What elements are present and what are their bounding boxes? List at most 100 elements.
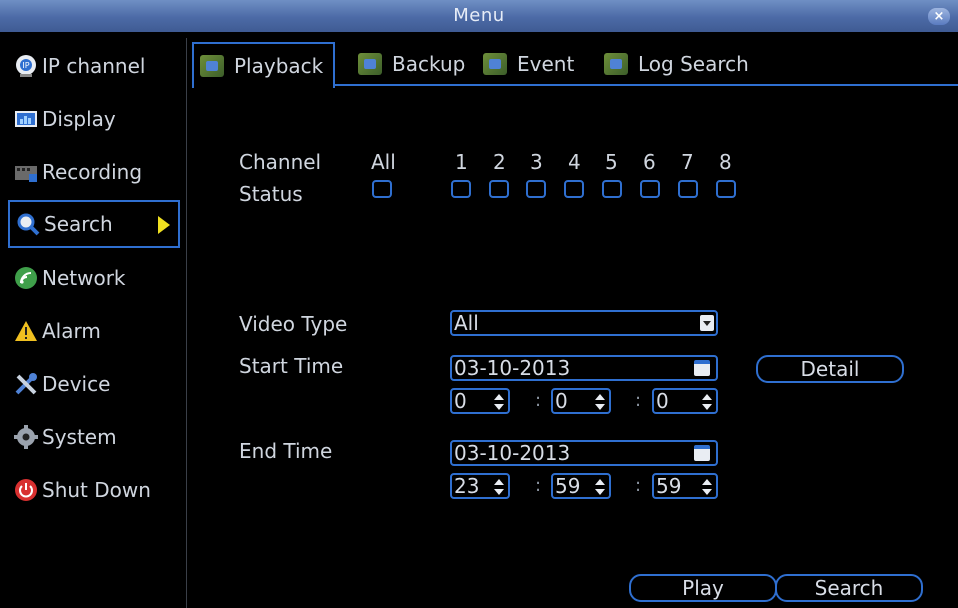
tab-backup[interactable]: Backup bbox=[352, 42, 465, 86]
channel-all-label: All bbox=[371, 150, 396, 174]
sidebar-item-network[interactable]: Network bbox=[8, 254, 178, 302]
channel-number: 8 bbox=[719, 150, 732, 174]
tab-label: Backup bbox=[392, 52, 466, 76]
search-button[interactable]: Search bbox=[775, 574, 923, 602]
channel-8-checkbox[interactable] bbox=[716, 180, 736, 198]
channel-all-checkbox[interactable] bbox=[372, 180, 392, 198]
device-icon bbox=[14, 372, 38, 396]
channel-1-checkbox[interactable] bbox=[451, 180, 471, 198]
end-second-stepper[interactable]: 59 bbox=[652, 473, 718, 499]
channel-7-checkbox[interactable] bbox=[678, 180, 698, 198]
spinner-icon[interactable] bbox=[494, 477, 504, 497]
sidebar-item-recording[interactable]: Recording bbox=[8, 148, 178, 196]
start-hour-stepper[interactable]: 0 bbox=[450, 388, 510, 414]
channel-2-checkbox[interactable] bbox=[489, 180, 509, 198]
start-date-value: 03-10-2013 bbox=[454, 356, 571, 380]
channel-number: 5 bbox=[605, 150, 618, 174]
tab-label: Log Search bbox=[638, 52, 749, 76]
system-icon bbox=[14, 425, 38, 449]
playback-icon bbox=[200, 55, 224, 77]
sidebar-item-ip-channel[interactable]: IP IP channel bbox=[8, 42, 178, 90]
video-type-value: All bbox=[454, 311, 479, 335]
spinner-icon[interactable] bbox=[702, 477, 712, 497]
sidebar-item-label: Device bbox=[42, 372, 111, 396]
recording-icon bbox=[14, 160, 38, 184]
status-label: Status bbox=[239, 182, 303, 206]
time-separator: : bbox=[635, 390, 642, 411]
spinner-icon[interactable] bbox=[595, 477, 605, 497]
start-second-stepper[interactable]: 0 bbox=[652, 388, 718, 414]
channel-number: 4 bbox=[568, 150, 581, 174]
close-button[interactable]: × bbox=[928, 8, 950, 25]
svg-text:IP: IP bbox=[22, 61, 29, 70]
detail-button[interactable]: Detail bbox=[756, 355, 904, 383]
calendar-icon[interactable] bbox=[694, 445, 710, 461]
event-icon bbox=[483, 53, 507, 75]
channel-label: Channel bbox=[239, 150, 322, 174]
video-type-select[interactable]: All bbox=[450, 310, 718, 336]
channel-5-checkbox[interactable] bbox=[602, 180, 622, 198]
end-hour-value: 23 bbox=[454, 474, 480, 498]
network-icon bbox=[14, 266, 38, 290]
tab-event[interactable]: Event bbox=[477, 42, 574, 86]
sidebar-item-alarm[interactable]: Alarm bbox=[8, 307, 178, 355]
spinner-icon[interactable] bbox=[494, 392, 504, 412]
search-icon bbox=[16, 212, 40, 236]
start-hour-value: 0 bbox=[454, 389, 467, 413]
sidebar-item-system[interactable]: System bbox=[8, 413, 178, 461]
calendar-icon[interactable] bbox=[694, 360, 710, 376]
selected-arrow-icon bbox=[158, 216, 170, 234]
alarm-icon bbox=[14, 319, 38, 343]
sidebar: IP IP channel Display Recording Search N… bbox=[6, 38, 187, 608]
video-type-label: Video Type bbox=[239, 312, 348, 336]
sidebar-item-search[interactable]: Search bbox=[8, 200, 180, 248]
sidebar-item-label: IP channel bbox=[42, 54, 146, 78]
start-minute-value: 0 bbox=[555, 389, 568, 413]
channel-4-checkbox[interactable] bbox=[564, 180, 584, 198]
title-bar: Menu × bbox=[0, 0, 958, 32]
channel-3-checkbox[interactable] bbox=[526, 180, 546, 198]
start-second-value: 0 bbox=[656, 389, 669, 413]
time-separator: : bbox=[535, 390, 542, 411]
end-hour-stepper[interactable]: 23 bbox=[450, 473, 510, 499]
start-date-field[interactable]: 03-10-2013 bbox=[450, 355, 718, 381]
sidebar-item-shut-down[interactable]: Shut Down bbox=[8, 466, 178, 514]
tab-playback[interactable]: Playback bbox=[192, 42, 336, 88]
channel-number: 3 bbox=[530, 150, 543, 174]
end-second-value: 59 bbox=[656, 474, 682, 498]
end-time-label: End Time bbox=[239, 439, 333, 463]
channel-number: 7 bbox=[681, 150, 694, 174]
chevron-down-icon bbox=[700, 315, 714, 331]
tab-log-search[interactable]: Log Search bbox=[598, 42, 749, 86]
start-time-label: Start Time bbox=[239, 354, 344, 378]
tab-label: Playback bbox=[234, 54, 324, 78]
end-minute-stepper[interactable]: 59 bbox=[551, 473, 611, 499]
sidebar-item-label: Search bbox=[44, 212, 113, 236]
sidebar-item-label: System bbox=[42, 425, 117, 449]
spinner-icon[interactable] bbox=[702, 392, 712, 412]
sidebar-item-label: Alarm bbox=[42, 319, 101, 343]
sidebar-item-label: Shut Down bbox=[42, 478, 151, 502]
search-panel: Playback Backup Event Log Search Channel… bbox=[192, 38, 958, 608]
log-search-icon bbox=[604, 53, 628, 75]
time-separator: : bbox=[535, 475, 542, 496]
spinner-icon[interactable] bbox=[595, 392, 605, 412]
sidebar-item-label: Recording bbox=[42, 160, 143, 184]
sidebar-item-label: Network bbox=[42, 266, 126, 290]
channel-number: 2 bbox=[493, 150, 506, 174]
time-separator: : bbox=[635, 475, 642, 496]
channel-number: 1 bbox=[455, 150, 468, 174]
channel-6-checkbox[interactable] bbox=[640, 180, 660, 198]
display-icon bbox=[14, 107, 38, 131]
window-title: Menu bbox=[453, 5, 505, 26]
channel-number: 6 bbox=[643, 150, 656, 174]
sidebar-item-label: Display bbox=[42, 107, 116, 131]
sidebar-item-display[interactable]: Display bbox=[8, 95, 178, 143]
start-minute-stepper[interactable]: 0 bbox=[551, 388, 611, 414]
sidebar-item-device[interactable]: Device bbox=[8, 360, 178, 408]
tab-label: Event bbox=[517, 52, 575, 76]
end-date-field[interactable]: 03-10-2013 bbox=[450, 440, 718, 466]
end-minute-value: 59 bbox=[555, 474, 581, 498]
backup-icon bbox=[358, 53, 382, 75]
play-button[interactable]: Play bbox=[629, 574, 777, 602]
